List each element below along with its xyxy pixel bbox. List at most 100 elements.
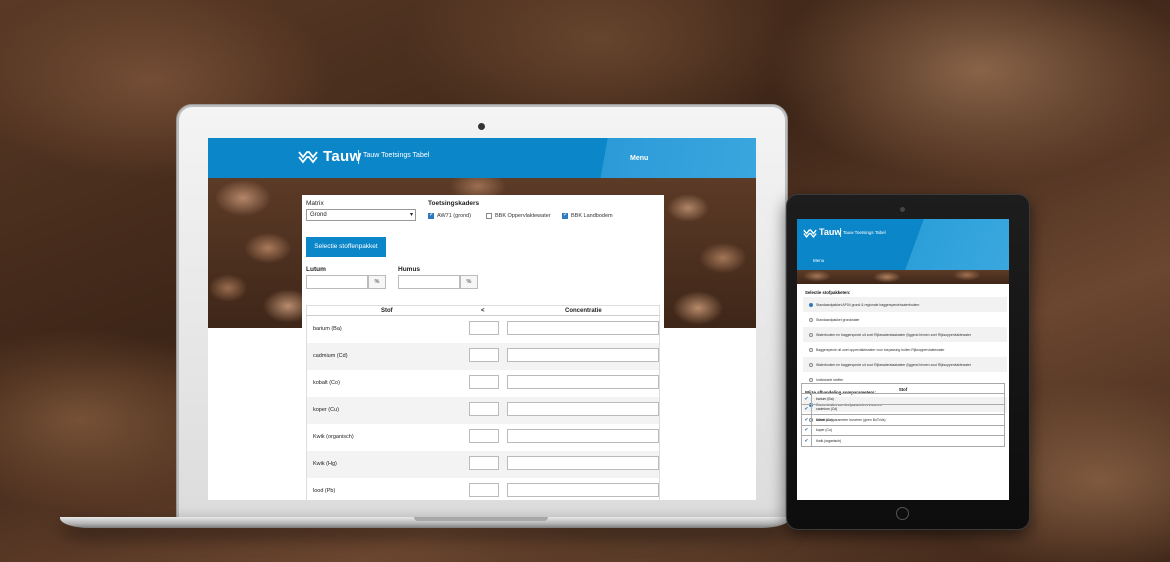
selectie-option[interactable]: Standaardpakket grondwater — [803, 312, 1007, 327]
kader-checkbox-aw71[interactable]: AW71 (grond) — [428, 211, 472, 219]
table-row: lood (Pb) — [306, 478, 660, 500]
checkbox-empty-icon — [486, 213, 492, 219]
humus-label: Humus — [398, 266, 421, 273]
tablet-app-subtitle: Tauw Toetsings Tabel — [843, 230, 886, 235]
tablet-menu-link[interactable]: Menu — [813, 258, 824, 263]
row-stof-name: barium (Ba) — [313, 326, 342, 332]
selectie-heading: Selectie stofpakketen: — [805, 290, 851, 295]
row-stof-name: Kwik (organisch) — [313, 434, 354, 440]
col-header-stof: Stof — [381, 308, 393, 314]
tauw-logo-icon — [298, 151, 318, 164]
radio-empty-icon — [809, 377, 813, 382]
tablet-brand-name: Tauw — [819, 227, 842, 237]
table-header: Stof < Concentratie — [306, 305, 660, 316]
selectie-option[interactable]: Waterbodem en baggerspecie uit zout Rijk… — [803, 357, 1007, 372]
concentratie-input[interactable] — [507, 375, 659, 389]
concentratie-input[interactable] — [507, 321, 659, 335]
row-stof-name: kobalt (Co) — [816, 417, 833, 422]
selectie-option[interactable]: Waterbodem en baggerspecie uit zoet Rijk… — [803, 327, 1007, 342]
lt-input[interactable] — [469, 483, 499, 497]
radio-empty-icon — [809, 317, 813, 322]
selectie-option[interactable]: Standaardpakket AP04 grond & regionale b… — [803, 297, 1007, 312]
table-row: koper (Cu) — [306, 397, 660, 424]
lutum-input[interactable] — [306, 275, 368, 289]
matrix-select-value: Grond — [310, 212, 327, 218]
top-navigation-bar: Tauw Tauw Toetsings Tabel Menu — [208, 138, 756, 178]
table-row: Kwik (organisch) — [306, 424, 660, 451]
kader-label: AW71 (grond) — [437, 213, 472, 219]
menu-link[interactable]: Menu — [630, 155, 648, 162]
tablet-top-bar: Tauw Tauw Toetsings Tabel Menu — [797, 219, 1009, 270]
table-row[interactable]: ✔ cadmium (Cd) — [801, 404, 1005, 415]
radio-empty-icon — [809, 362, 813, 367]
stof-table: Stof < Concentratie barium (Ba) cadmium … — [306, 305, 660, 500]
row-stof-name: lood (Pb) — [313, 488, 336, 494]
table-row: cadmium (Cd) — [306, 343, 660, 370]
matrix-select[interactable]: Grond ▾ — [306, 209, 416, 221]
option-label: Standaardpakket grondwater — [816, 317, 860, 322]
radio-empty-icon — [809, 347, 813, 352]
brand-name: Tauw — [323, 148, 362, 165]
table-row: Kwik (Hg) — [306, 451, 660, 478]
option-label: Standaardpakket AP04 grond & regionale b… — [816, 302, 920, 307]
tablet-camera-dot — [900, 207, 905, 212]
row-stof-name: barium (Ba) — [816, 396, 834, 401]
kader-label: BBK Oppervlaktewater — [495, 213, 551, 219]
humus-input[interactable] — [398, 275, 460, 289]
selectie-stoffenpakket-button[interactable]: Selectie stoffenpakket — [306, 237, 386, 257]
concentratie-input[interactable] — [507, 402, 659, 416]
radio-checked-icon — [809, 302, 813, 307]
lt-input[interactable] — [469, 321, 499, 335]
option-label: Waterbodem en baggerspecie uit zoet Rijk… — [816, 332, 971, 337]
table-row[interactable]: ✔ Kwik (organisch) — [801, 435, 1005, 447]
check-icon: ✔ — [802, 414, 812, 425]
kader-checkbox-landbodem[interactable]: BBK Landbodem — [562, 211, 613, 219]
concentratie-input[interactable] — [507, 483, 659, 497]
humus-percent-addon: % — [460, 275, 478, 289]
row-stof-name: Kwik (Hg) — [313, 461, 337, 467]
option-label: Baggerspecie uit zoet oppervlaktewater v… — [816, 347, 945, 352]
table-row[interactable]: ✔ barium (Ba) — [801, 393, 1005, 405]
concentratie-input[interactable] — [507, 348, 659, 362]
laptop-screen: Tauw Tauw Toetsings Tabel Menu Matrix Gr… — [208, 138, 756, 500]
tablet-screen: Tauw Tauw Toetsings Tabel Menu Selectie … — [797, 219, 1009, 500]
tablet-home-button — [896, 507, 909, 520]
option-label: Individuele stoffen — [816, 377, 844, 382]
table-row[interactable]: ✔ koper (Cu) — [801, 425, 1005, 436]
lt-input[interactable] — [469, 402, 499, 416]
check-icon: ✔ — [802, 435, 812, 446]
row-stof-name: koper (Cu) — [816, 428, 833, 433]
tablet-hero-image — [797, 270, 1009, 284]
option-label: Waterbodem en baggerspecie uit zout Rijk… — [816, 362, 971, 367]
lt-input[interactable] — [469, 348, 499, 362]
laptop-hinge-notch — [414, 517, 548, 521]
kader-checkbox-oppervlaktewater[interactable]: BBK Oppervlaktewater — [486, 213, 551, 219]
concentratie-input[interactable] — [507, 456, 659, 470]
camera-dot — [478, 123, 485, 130]
form-panel: Matrix Grond ▾ Toetsingskaders AW71 (gro… — [302, 195, 664, 500]
table-row: kobalt (Co) — [306, 370, 660, 397]
tablet-stof-table: Stof ✔ barium (Ba) ✔ cadmium (Cd) ✔ kobalt … — [801, 383, 1005, 447]
table-row: barium (Ba) — [306, 316, 660, 343]
app-subtitle: Tauw Toetsings Tabel — [363, 152, 430, 159]
lt-input[interactable] — [469, 375, 499, 389]
laptop-frame: Tauw Tauw Toetsings Tabel Menu Matrix Gr… — [176, 104, 788, 520]
tablet-table-header: Stof — [801, 383, 1005, 394]
col-header-lt: < — [481, 308, 485, 314]
check-icon: ✔ — [802, 425, 812, 436]
table-row[interactable]: ✔ kobalt (Co) — [801, 414, 1005, 426]
tablet-frame: Tauw Tauw Toetsings Tabel Menu Selectie … — [786, 194, 1030, 530]
concentratie-input[interactable] — [507, 429, 659, 443]
lt-input[interactable] — [469, 429, 499, 443]
check-icon: ✔ — [802, 393, 812, 404]
row-stof-name: koper (Cu) — [313, 407, 339, 413]
row-stof-name: cadmium (Cd) — [816, 407, 838, 412]
chevron-down-icon: ▾ — [409, 212, 413, 218]
checkbox-checked-icon — [428, 211, 434, 219]
brand-divider — [358, 150, 359, 164]
selectie-option[interactable]: Baggerspecie uit zoet oppervlaktewater v… — [803, 342, 1007, 357]
check-icon: ✔ — [802, 404, 812, 415]
lutum-percent-addon: % — [368, 275, 386, 289]
tablet-brand-divider — [840, 228, 841, 237]
lt-input[interactable] — [469, 456, 499, 470]
